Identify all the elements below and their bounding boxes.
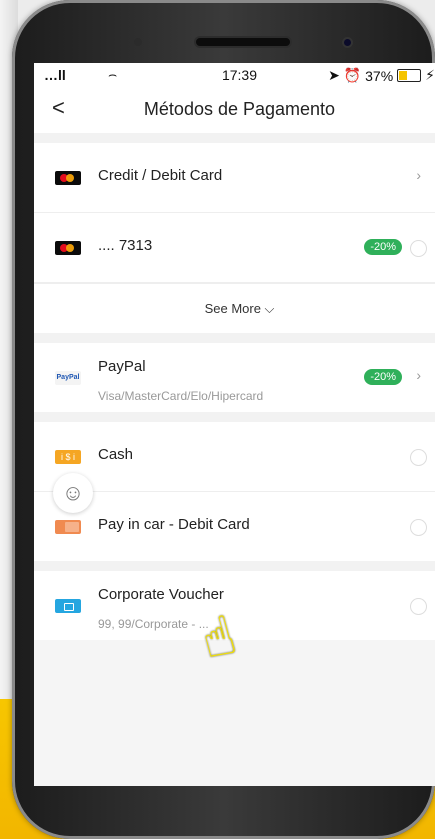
- radio-button[interactable]: [410, 449, 427, 466]
- credit-debit-card-label: Credit / Debit Card: [98, 167, 223, 184]
- nav-bar: < Métodos de Pagamento: [34, 87, 435, 133]
- paypal-row[interactable]: PayPal PayPal Visa/MasterCard/Elo/Hiperc…: [34, 343, 435, 412]
- card-machine-icon: [55, 520, 81, 534]
- battery-percent: 37%: [365, 67, 394, 84]
- battery-icon: [397, 69, 422, 82]
- card-7313-label: .... 7313: [98, 237, 153, 254]
- separator: [34, 412, 435, 422]
- speaker: [194, 36, 292, 48]
- radio-button[interactable]: [410, 598, 427, 615]
- corporate-voucher-row[interactable]: Corporate Voucher 99, 99/Corporate - ...: [34, 571, 435, 640]
- chevron-right-icon: ›: [416, 367, 421, 383]
- cash-row[interactable]: i $ i Cash: [34, 422, 435, 492]
- see-more-button[interactable]: See More ⌵: [34, 283, 435, 333]
- location-alarm-icons: ➤ ⏰: [328, 67, 362, 83]
- separator: [34, 333, 435, 343]
- separator: [34, 561, 435, 571]
- paypal-group: PayPal PayPal Visa/MasterCard/Elo/Hiperc…: [34, 343, 435, 412]
- discount-badge: -20%: [364, 369, 402, 385]
- voucher-label: Corporate Voucher: [98, 586, 224, 603]
- paypal-label: PayPal: [98, 358, 146, 375]
- cash-group: i $ i Cash Pay in car - Debit Card: [34, 422, 435, 561]
- radio-button[interactable]: [410, 240, 427, 257]
- radio-button[interactable]: [410, 519, 427, 536]
- separator: [34, 133, 435, 143]
- page-title: Métodos de Pagamento: [143, 99, 336, 119]
- paypal-icon: PayPal: [55, 371, 81, 385]
- status-right: ➤ ⏰ 37% ⚡: [328, 67, 435, 84]
- sensor-dot: [134, 38, 142, 46]
- discount-badge: -20%: [364, 239, 402, 255]
- voucher-sub: 99, 99/Corporate - ...: [98, 617, 209, 631]
- card-7313-row[interactable]: .... 7313 -20%: [34, 213, 435, 283]
- mastercard-icon: [55, 241, 81, 255]
- phone-frame: …ll ⌢ 17:39 ➤ ⏰ 37% ⚡ < Métodos de Pagam…: [12, 0, 435, 839]
- chevron-right-icon: ›: [416, 167, 421, 183]
- cash-icon: i $ i: [55, 450, 81, 464]
- smiley-icon[interactable]: ☺: [53, 473, 93, 513]
- camera: [342, 37, 353, 48]
- top-bezel: [40, 14, 435, 64]
- pay-in-car-row[interactable]: Pay in car - Debit Card: [34, 492, 435, 561]
- pay-in-car-label: Pay in car - Debit Card: [98, 516, 250, 533]
- mastercard-icon: [55, 171, 81, 185]
- voucher-group: Corporate Voucher 99, 99/Corporate - ...: [34, 571, 435, 640]
- screen: …ll ⌢ 17:39 ➤ ⏰ 37% ⚡ < Métodos de Pagam…: [34, 63, 435, 786]
- cards-group: Credit / Debit Card › .... 7313 -20% See…: [34, 143, 435, 333]
- paypal-sub: Visa/MasterCard/Elo/Hipercard: [98, 389, 264, 403]
- briefcase-icon: [55, 599, 81, 613]
- cash-label: Cash: [98, 446, 134, 463]
- credit-debit-card-row[interactable]: Credit / Debit Card ›: [34, 143, 435, 213]
- charging-icon: ⚡: [425, 67, 435, 83]
- status-bar: …ll ⌢ 17:39 ➤ ⏰ 37% ⚡: [34, 63, 435, 87]
